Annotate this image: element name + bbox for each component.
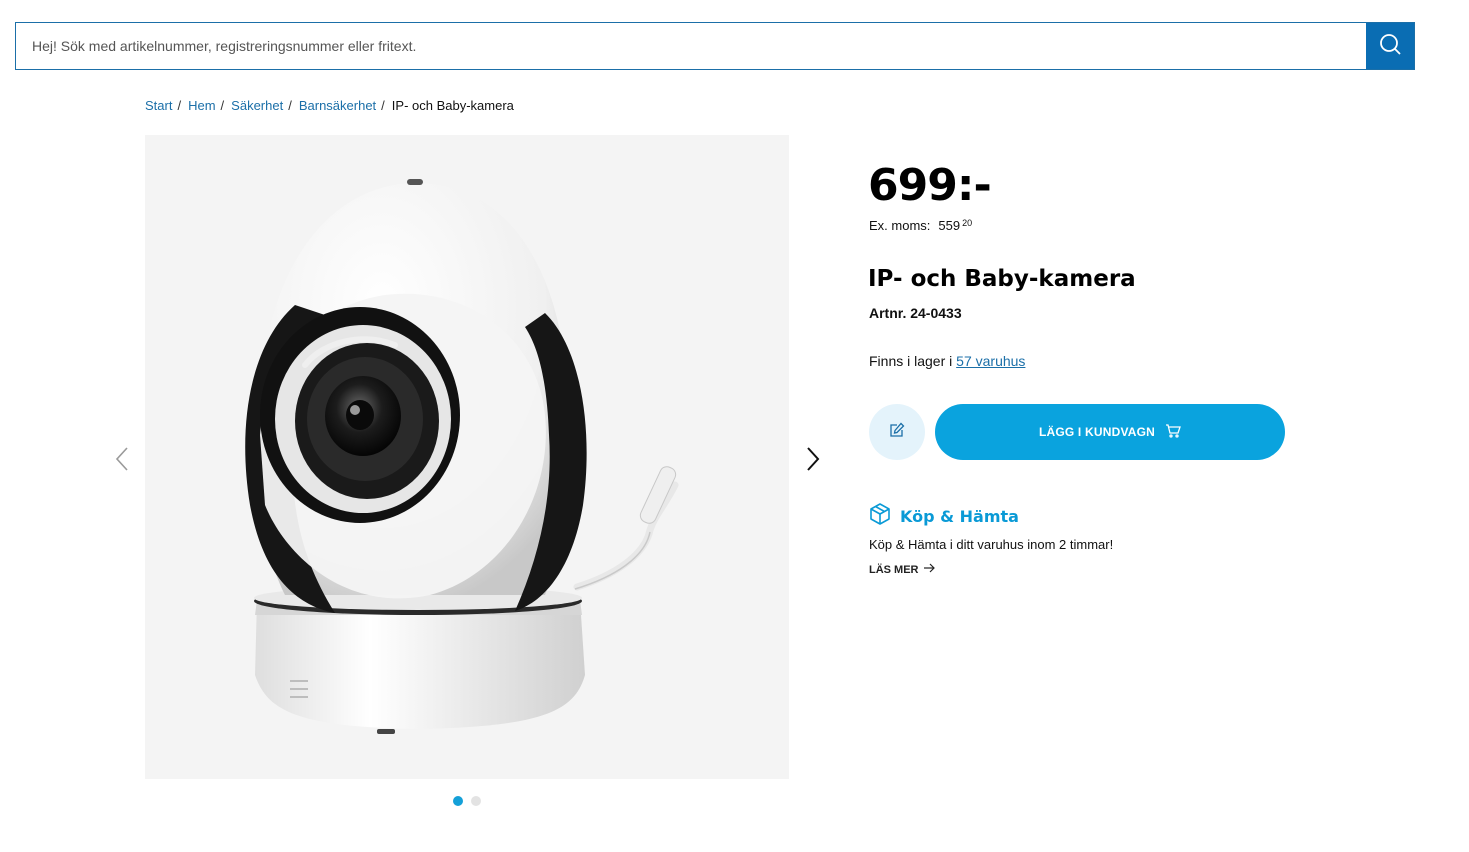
breadcrumb-current: IP- och Baby-kamera <box>391 98 514 113</box>
note-button[interactable] <box>869 404 925 460</box>
breadcrumb-separator: / <box>381 98 385 113</box>
chevron-left-icon <box>112 447 134 478</box>
read-more-link[interactable]: LÄS MER <box>869 563 935 576</box>
gallery-dot-1[interactable] <box>453 796 463 806</box>
gallery-dot-2[interactable] <box>471 796 481 806</box>
store-stock-link[interactable]: 57 varuhus <box>956 353 1025 369</box>
search-button[interactable] <box>1366 23 1414 69</box>
add-to-cart-label: LÄGG I KUNDVAGN <box>1038 425 1156 439</box>
stock-prefix: Finns i lager i <box>869 353 957 369</box>
product-price: 699:- <box>868 160 992 211</box>
pickup-title: Köp & Hämta <box>900 506 1019 526</box>
vat-label: Ex. moms: <box>869 218 931 233</box>
vat-value: 559 <box>938 218 961 233</box>
arrow-right-icon <box>923 563 935 576</box>
pickup-heading: Köp & Hämta <box>868 502 1019 530</box>
breadcrumb-separator: / <box>220 98 225 113</box>
search-bar <box>15 22 1415 70</box>
breadcrumb-separator: / <box>288 98 292 113</box>
breadcrumb-hem[interactable]: Hem <box>188 98 215 113</box>
read-more-label: LÄS MER <box>869 563 919 576</box>
cart-icon <box>1165 423 1181 441</box>
breadcrumb-barnsakerhet[interactable]: Barnsäkerhet <box>299 98 376 113</box>
article-number: Artnr. 24-0433 <box>869 305 962 321</box>
add-to-cart-button[interactable]: LÄGG I KUNDVAGN <box>935 404 1285 460</box>
product-title: IP- och Baby-kamera <box>868 266 1136 292</box>
product-image-gallery[interactable] <box>145 135 789 779</box>
gallery-pagination <box>453 796 481 806</box>
edit-icon <box>889 422 905 443</box>
stock-status: Finns i lager i 57 varuhus <box>869 353 1025 369</box>
chevron-right-icon <box>801 447 823 478</box>
gallery-next-arrow[interactable] <box>801 444 823 474</box>
breadcrumb-separator: / <box>177 98 182 113</box>
search-input[interactable] <box>16 23 1366 69</box>
breadcrumb-start[interactable]: Start <box>145 98 172 113</box>
gallery-prev-arrow[interactable] <box>112 444 134 474</box>
pickup-description: Köp & Hämta i ditt varuhus inom 2 timmar… <box>869 537 1114 552</box>
search-icon <box>1378 32 1402 61</box>
breadcrumb-sakerhet[interactable]: Säkerhet <box>231 98 283 113</box>
price-ex-vat: Ex. moms: 559 20 <box>869 218 972 233</box>
package-icon <box>868 502 892 530</box>
vat-cents: 20 <box>962 218 973 228</box>
breadcrumb: Start / Hem / Säkerhet / Barnsäkerhet / … <box>145 98 514 113</box>
product-image <box>245 179 679 734</box>
